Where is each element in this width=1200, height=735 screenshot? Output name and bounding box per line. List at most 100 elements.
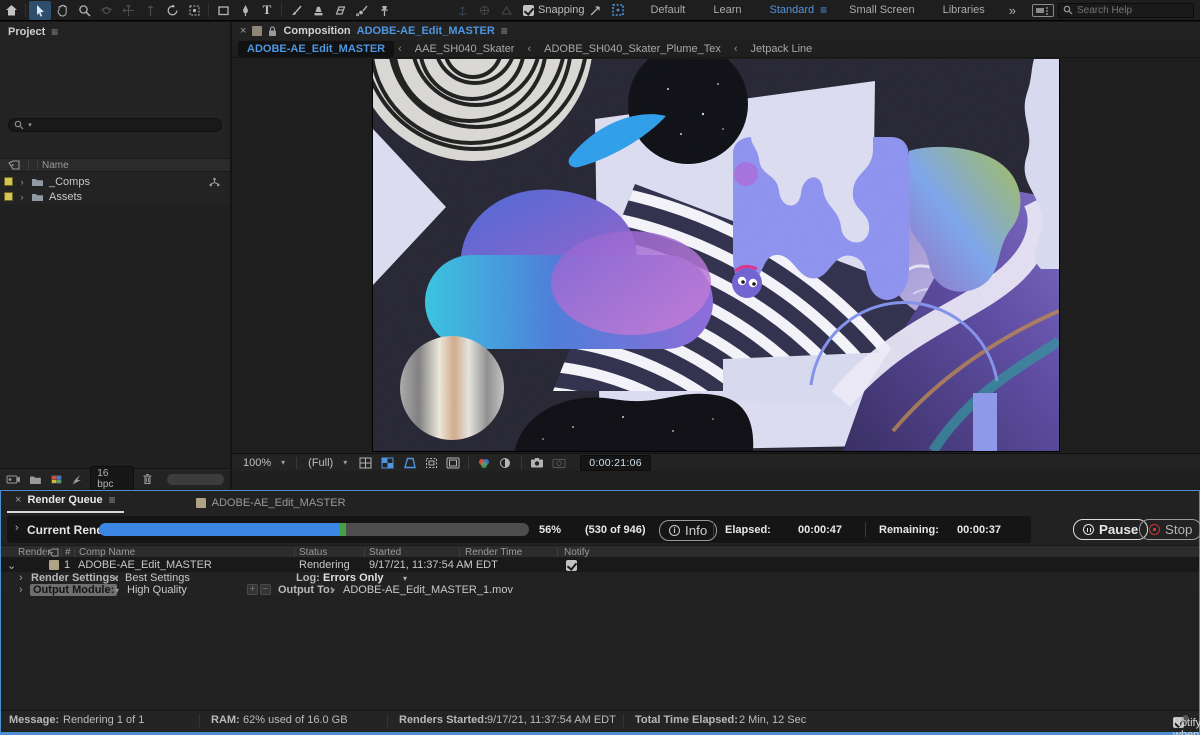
snapshot-camera-icon[interactable] [528,456,546,470]
workspace-default[interactable]: Default [636,4,699,16]
column-status[interactable]: Status [299,547,327,558]
zoom-tool[interactable] [73,1,95,20]
comp-tab[interactable]: ADOBE_SH040_Skater_Plume_Tex [535,41,730,57]
chevron-down-icon[interactable]: ▾ [114,574,118,583]
color-depth-button[interactable]: 16 bpc [90,466,134,492]
composition-viewer[interactable]: 100% ▾ (Full) ▾ [232,59,1200,471]
project-item-comps[interactable]: › _Comps [0,174,230,189]
add-output-module-button[interactable]: + [247,584,258,595]
exposure-icon[interactable] [497,456,515,470]
render-settings-value[interactable]: Best Settings [125,572,190,584]
mask-expansion-icon[interactable] [607,1,629,20]
pan-behind-tool[interactable] [183,1,205,20]
render-settings-label[interactable]: Render Settings: [31,572,119,584]
chevron-right-icon[interactable]: › [19,584,23,596]
remaining-value: 00:00:37 [957,524,1001,536]
snap-options-icon[interactable] [585,1,607,20]
project-column-header[interactable]: Name [0,158,230,172]
comp-tab[interactable]: Jetpack Line [742,41,822,57]
project-search-field[interactable]: ▾ [8,118,222,132]
workspace-menu-icon[interactable]: ≡ [820,3,827,17]
chevron-down-icon[interactable]: ▾ [115,586,119,595]
output-module-label[interactable]: Output Module: [30,584,117,596]
title-action-safe-icon[interactable] [444,456,462,470]
pause-button[interactable]: Pause [1073,519,1148,540]
puppet-pin-tool[interactable] [373,1,395,20]
timecode-display[interactable]: 0:00:21:06 [580,455,651,471]
render-item-name[interactable]: ADOBE-AE_Edit_MASTER [78,559,212,571]
new-composition-icon[interactable] [50,474,63,485]
chevron-right-icon[interactable]: › [18,192,26,202]
pen-tool[interactable] [234,1,256,20]
panel-menu-icon[interactable]: ≡ [501,24,508,38]
rectangle-tool[interactable] [212,1,234,20]
notify-checkbox[interactable] [566,560,577,571]
workspace-libraries[interactable]: Libraries [929,4,999,16]
magnification-dropdown[interactable]: 100% ▾ [238,456,290,470]
comp-color-chip[interactable] [49,560,59,570]
close-icon[interactable]: × [240,25,246,37]
workspace-bar-toggle-icon[interactable] [1032,4,1054,17]
chevron-right-icon[interactable]: › [19,572,23,584]
stop-icon [1149,524,1160,535]
column-render-time[interactable]: Render Time [465,547,522,558]
grid-guides-icon[interactable] [356,456,374,470]
chevron-right-icon[interactable]: › [15,522,19,534]
hand-tool[interactable] [51,1,73,20]
brush-tool[interactable] [285,1,307,20]
transparency-grid-icon[interactable] [378,456,396,470]
remaining-label: Remaining: [879,524,939,536]
eraser-tool[interactable] [329,1,351,20]
horizontal-scrollbar-thumb[interactable] [167,474,224,485]
workspace-learn[interactable]: Learn [699,4,755,16]
mask-visibility-icon[interactable] [400,456,418,470]
workspace-overflow-icon[interactable]: » [999,3,1026,18]
trash-icon[interactable] [142,473,153,485]
output-to-value[interactable]: ADOBE-AE_Edit_MASTER_1.mov [343,584,513,596]
type-tool[interactable]: T [256,1,278,20]
comp-tab[interactable]: ADOBE-AE_Edit_MASTER [238,41,394,57]
chevron-down-icon[interactable]: ▾ [331,586,335,595]
log-dropdown[interactable]: Errors Only [323,572,384,584]
proxy-icon[interactable] [70,474,82,485]
home-icon[interactable] [0,1,22,20]
rotation-tool[interactable] [161,1,183,20]
new-folder-icon[interactable] [29,474,42,485]
render-queue-tab[interactable]: × Render Queue ≡ [7,490,124,513]
panel-menu-icon[interactable]: ≡ [109,493,116,507]
label-color-chip[interactable] [4,192,13,201]
interpret-footage-icon[interactable] [6,474,21,485]
workspace-standard[interactable]: Standard [755,4,828,16]
chevron-open-icon[interactable]: ⌄ [7,559,16,572]
snapping-control[interactable]: Snapping [523,4,585,16]
workspace-small-screen[interactable]: Small Screen [835,4,928,16]
output-module-value[interactable]: High Quality [127,584,187,596]
search-help-input[interactable] [1077,5,1177,16]
label-color-chip[interactable] [4,177,13,186]
channels-icon[interactable] [475,456,493,470]
column-notify[interactable]: Notify [564,547,590,558]
roto-brush-tool[interactable] [351,1,373,20]
composition-tab[interactable]: ADOBE-AE_Edit_MASTER [188,494,354,513]
region-of-interest-icon[interactable] [422,456,440,470]
chevron-right-icon[interactable]: › [18,177,26,187]
resolution-dropdown[interactable]: (Full) ▾ [303,456,352,470]
remove-output-module-button[interactable]: − [260,584,271,595]
clone-stamp-tool[interactable] [307,1,329,20]
chevron-down-icon[interactable]: ▾ [403,574,407,583]
comp-tab[interactable]: AAE_SH040_Skater [406,41,524,57]
lock-icon[interactable] [268,26,277,37]
column-comp-name[interactable]: Comp Name [79,547,135,558]
column-started[interactable]: Started [369,547,401,558]
render-item-row[interactable]: ⌄ 1 ADOBE-AE_Edit_MASTER Rendering 9/17/… [1,558,1199,572]
info-button[interactable]: i Info [659,520,717,541]
column-number[interactable]: # [65,547,71,558]
panel-menu-icon[interactable]: ≡ [51,25,58,39]
selection-tool[interactable] [29,1,51,20]
search-help-box[interactable] [1058,3,1194,18]
project-item-assets[interactable]: › Assets [0,189,230,204]
render-table-header[interactable]: Render # Comp Name Status Started Render… [1,545,1199,558]
close-icon[interactable]: × [15,494,21,506]
snapping-checkbox[interactable] [523,5,534,16]
stop-button[interactable]: Stop [1139,519,1200,540]
